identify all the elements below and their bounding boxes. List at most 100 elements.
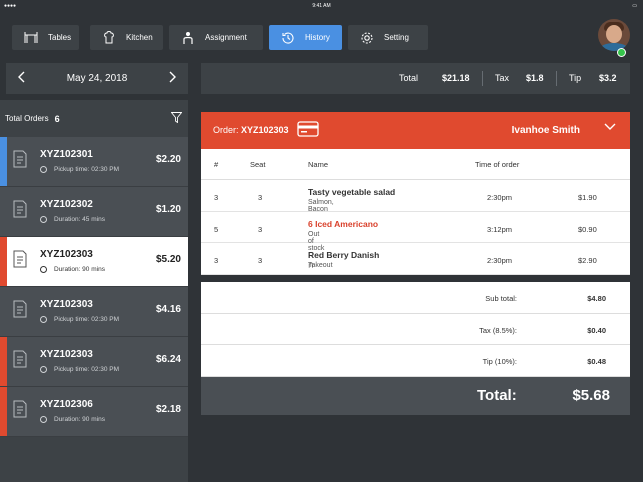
table-header: # Seat Name Time of order (201, 149, 630, 180)
tab-history[interactable]: History (269, 25, 342, 50)
orders-panel-header: Total Orders 6 (0, 100, 188, 137)
chevron-right-icon[interactable] (168, 71, 176, 86)
order-list-item[interactable]: XYZ102303 Pickup time: 02:30 PM $6.24 (0, 337, 188, 387)
order-list-item[interactable]: XYZ102301 Pickup time: 02:30 PM $2.20 (0, 137, 188, 187)
tab-setting[interactable]: Setting (348, 25, 428, 50)
order-price: $2.20 (155, 154, 181, 165)
current-date: May 24, 2018 (66, 73, 128, 84)
order-status-bar (0, 237, 7, 286)
chevron-down-icon[interactable] (604, 123, 616, 133)
chevron-left-icon[interactable] (18, 71, 26, 86)
clock-icon (40, 216, 47, 223)
clock-icon (40, 266, 47, 273)
status-bar: ●●●● 9:41 AM ▭ (0, 0, 643, 12)
summary-value: $4.80 (587, 294, 606, 303)
grand-total-row: Total: $5.68 (201, 376, 630, 415)
order-status-bar (0, 287, 7, 336)
item-price: $0.90 (578, 224, 597, 234)
order-id: XYZ102301 (40, 149, 93, 160)
receipt-icon (12, 400, 28, 423)
grand-total-value: $5.68 (572, 386, 610, 404)
total-value: $21.18 (442, 73, 470, 83)
clock-icon (40, 166, 47, 173)
order-price: $2.18 (155, 404, 181, 415)
summary-rows: Sub total: $4.80 Tax (8.5%): $0.40 Tip (10%)… (201, 282, 630, 377)
summary-row: Tax (8.5%): $0.40 (201, 313, 630, 345)
summary-label: Sub total: (485, 294, 517, 303)
col-seat: Seat (250, 160, 266, 169)
orders-title: Total Orders (5, 114, 49, 123)
summary-value: $0.40 (587, 325, 606, 335)
order-status-bar (0, 187, 7, 236)
order-price: $5.20 (155, 254, 181, 265)
item-number: 3 (214, 193, 219, 202)
item-price: $2.90 (578, 256, 597, 265)
order-detail: Order: XYZ102303 Ivanhoe Smith # Seat Na… (201, 112, 630, 275)
battery-icon: ▭ (632, 3, 637, 9)
tab-tables[interactable]: Tables (12, 25, 79, 50)
col-number: # (214, 160, 219, 169)
tip-value: $3.2 (599, 73, 617, 83)
orders-panel: Total Orders 6 XYZ102301 Pickup time: 02:… (0, 100, 188, 482)
avatar[interactable] (598, 19, 630, 51)
tip-label: Tip (569, 73, 582, 83)
divider (556, 71, 557, 86)
item-name: Tasty vegetable salad (308, 187, 396, 197)
tab-kitchen[interactable]: Kitchen (90, 25, 163, 50)
summary-row: Sub total: $4.80 (201, 282, 630, 314)
chef-icon (98, 30, 120, 45)
top-navigation: Tables Kitchen Assignment History Settin… (0, 12, 643, 60)
order-detail-header[interactable]: Order: XYZ102303 Ivanhoe Smith (201, 112, 630, 149)
clock-icon (40, 416, 47, 423)
order-list-item[interactable]: XYZ102306 Duration: 90 mins $2.18 (0, 387, 188, 437)
clock-icon (40, 366, 47, 373)
total-label: Total (399, 73, 419, 83)
order-list-item[interactable]: XYZ102303 Duration: 90 mins $5.20 (0, 237, 188, 287)
item-number: 3 (214, 256, 219, 265)
item-price: $1.90 (578, 193, 597, 202)
order-summary: Sub total: $4.80 Tax (8.5%): $0.40 Tip (10%)… (201, 282, 630, 415)
order-label: Order: XYZ102303 (213, 125, 289, 135)
order-subtitle: Pickup time: 02:30 PM (40, 166, 119, 173)
col-name: Name (308, 160, 329, 169)
day-totals-bar: Total $21.18 Tax $1.8 Tip $3.2 (201, 63, 630, 94)
order-list-item[interactable]: XYZ102303 Pickup time: 02:30 PM $4.16 (0, 287, 188, 337)
order-list-item[interactable]: XYZ102302 Duration: 45 mins $1.20 (0, 187, 188, 237)
customer-name: Ivanhoe Smith (511, 125, 580, 136)
order-id: XYZ102303 (40, 349, 93, 360)
item-time: 2:30pm (487, 256, 513, 265)
order-items-table: # Seat Name Time of order 3 3 Tasty vegeta… (201, 149, 630, 275)
table-row[interactable]: 536 Iced Americano Out of stock 3:12pm $0.9… (201, 212, 630, 252)
order-price: $6.24 (155, 354, 181, 365)
item-name: Red Berry Danish (308, 250, 380, 260)
item-seat: 3 (258, 193, 263, 202)
order-status-bar (0, 387, 7, 436)
tab-assignment[interactable]: Assignment (169, 25, 263, 50)
orders-count: 6 (54, 113, 60, 124)
waiter-icon (177, 31, 199, 45)
item-seat: 3 (258, 256, 263, 265)
divider (482, 71, 483, 86)
date-selector: May 24, 2018 (6, 63, 188, 94)
clock-icon (40, 316, 47, 323)
receipt-icon (12, 150, 28, 173)
summary-label: Tip (10%): (482, 357, 517, 366)
table-row[interactable]: 3 3 Red Berry Danish ⊓ Takeout 2:30pm $2.90 (201, 243, 630, 275)
item-time: 3:12pm (487, 224, 513, 234)
tax-value: $1.8 (526, 73, 544, 83)
table-icon (20, 31, 42, 44)
col-time: Time of order (475, 160, 520, 169)
order-subtitle: Duration: 45 mins (40, 216, 105, 223)
summary-value: $0.48 (587, 357, 606, 366)
order-id: XYZ102303 (40, 249, 93, 260)
online-status-dot (617, 48, 626, 57)
receipt-icon (12, 300, 28, 323)
item-name: 6 Iced Americano (308, 218, 379, 229)
table-row[interactable]: 3 3 Tasty vegetable salad Salmon, Bacon 2:30… (201, 180, 630, 213)
filter-icon[interactable] (170, 112, 183, 125)
summary-row: Tip (10%): $0.48 (201, 345, 630, 377)
item-number: 5 (214, 224, 219, 234)
grand-total-label: Total: (477, 386, 517, 404)
receipt-icon (12, 350, 28, 373)
receipt-icon (12, 250, 28, 273)
